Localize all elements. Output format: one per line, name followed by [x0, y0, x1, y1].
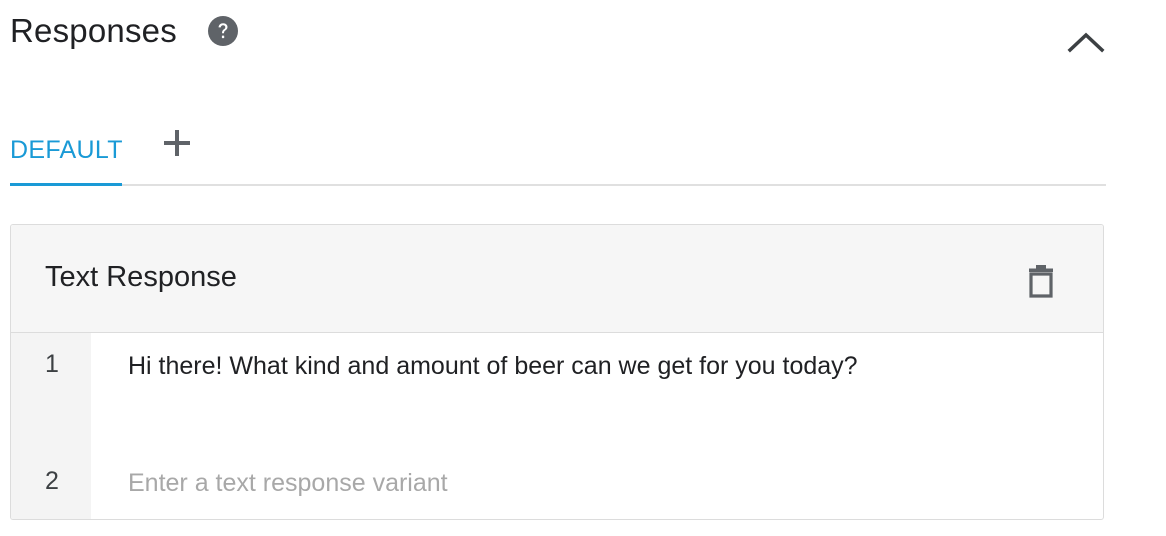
response-variant-input[interactable]: [128, 469, 1068, 498]
response-tabs: DEFAULT: [10, 118, 1106, 186]
card-header: Text Response: [11, 225, 1103, 333]
active-tab-indicator: [10, 183, 122, 186]
row-number: 2: [45, 467, 59, 495]
responses-panel: Responses DEFAULT Text Response 1 Hi the…: [0, 0, 1166, 536]
tab-default-label: DEFAULT: [10, 135, 123, 164]
text-response-card: Text Response 1 Hi there! What kind and …: [10, 224, 1104, 520]
trash-icon[interactable]: [1023, 261, 1059, 301]
card-title: Text Response: [45, 261, 237, 293]
section-header: Responses: [10, 8, 239, 54]
response-row: 2: [11, 467, 1103, 507]
response-text[interactable]: Hi there! What kind and amount of beer c…: [128, 352, 1068, 381]
section-title: Responses: [10, 12, 177, 49]
response-row: 1 Hi there! What kind and amount of beer…: [11, 350, 1103, 390]
chevron-up-icon[interactable]: [1064, 24, 1108, 58]
help-icon[interactable]: [207, 15, 239, 47]
row-number: 1: [45, 350, 59, 378]
tab-default[interactable]: DEFAULT: [10, 118, 123, 182]
plus-icon[interactable]: [160, 121, 194, 165]
